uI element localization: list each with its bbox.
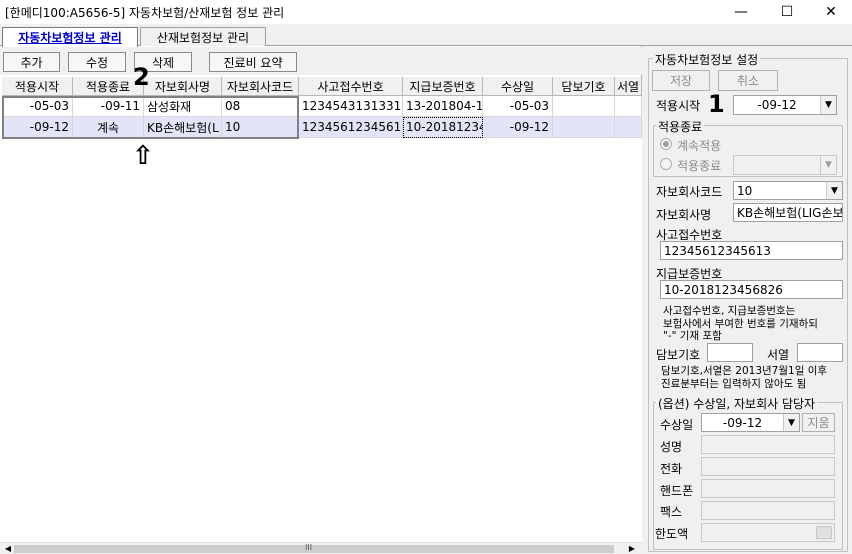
table-row-2-injury-date[interactable]: -09-12 (483, 117, 553, 138)
end-date-radio[interactable] (660, 158, 672, 170)
limit-label: 한도액 (655, 527, 689, 541)
contact-fax-field[interactable] (701, 501, 835, 520)
contact-name-label: 성명 (660, 440, 683, 454)
note-line-3: "-" 기재 포함 (663, 330, 722, 342)
chevron-down-icon[interactable]: ▼ (826, 182, 842, 199)
table-row-2-order[interactable] (615, 117, 642, 138)
end-date-radio-label: 적용종료 (677, 159, 722, 173)
contact-name-field[interactable] (701, 435, 835, 454)
company-code-value: 10 (737, 183, 753, 198)
maximize-button[interactable]: ☐ (764, 0, 810, 24)
settings-title: 자동차보험정보 설정 (653, 51, 761, 68)
tab-industrial-insurance[interactable]: 산재보험정보 관리 (140, 27, 266, 46)
chevron-down-icon[interactable]: ▼ (783, 414, 799, 431)
contact-fax-label: 팩스 (660, 505, 683, 519)
contact-mobile-field[interactable] (701, 479, 835, 498)
chevron-down-icon[interactable]: ▼ (820, 156, 836, 174)
column-header-collateral[interactable]: 담보기호 (553, 77, 615, 96)
window-title: [한메디100:A5656-5] 자동차보험/산재보험 정보 관리 (5, 6, 285, 20)
table-row-2-company[interactable]: KB손해보험(L (144, 117, 222, 138)
scroll-thumb[interactable] (14, 545, 614, 553)
annotation-marker-1: 1 (708, 90, 725, 118)
table-row-1-end[interactable]: -09-11 (73, 96, 144, 117)
radio-dot-icon (663, 141, 669, 147)
scroll-grip: III (305, 543, 313, 552)
contact-phone-field[interactable] (701, 457, 835, 476)
table-row-1-guarantee-no[interactable]: 13-201804-12 (403, 96, 483, 117)
table-row-2-accident-no[interactable]: 12345612345613 (299, 117, 403, 138)
table-row-1-collateral[interactable] (553, 96, 615, 117)
annotation-marker-2: 2 (133, 63, 150, 91)
injury-date-picker[interactable]: -09-12 ▼ (701, 413, 800, 432)
add-button[interactable]: 추가 (3, 52, 60, 72)
company-code-select[interactable]: 10 ▼ (733, 181, 843, 200)
collateral-field[interactable] (707, 343, 753, 362)
column-header-code[interactable]: 자보회사코드 (222, 77, 299, 96)
table-row-1-injury-date[interactable]: -05-03 (483, 96, 553, 117)
chevron-down-icon[interactable]: ▼ (820, 96, 836, 114)
column-header-injury-date[interactable]: 수상일 (483, 77, 553, 96)
continue-radio[interactable] (660, 138, 672, 150)
close-button[interactable]: ✕ (808, 0, 852, 24)
table-row-2-code[interactable]: 10 (222, 117, 299, 138)
injury-date-label: 수상일 (660, 418, 694, 432)
note2-line-2: 진료분부터는 입력하지 않아도 됨 (661, 378, 807, 390)
column-header-start[interactable]: 적용시작 (2, 77, 73, 96)
minimize-button[interactable]: — (718, 0, 764, 24)
table-row-1-code[interactable]: 08 (222, 96, 299, 117)
table-row-1-start[interactable]: -05-03 (2, 96, 73, 117)
end-date-group-label: 적용종료 (656, 118, 705, 135)
table-row-2-start[interactable]: -09-12 (2, 117, 73, 138)
start-date-label: 적용시작 (656, 99, 701, 113)
column-header-guarantee-no[interactable]: 지급보증번호 (403, 77, 483, 96)
option-group-label: (옵션) 수상일, 자보회사 담당자 (656, 395, 818, 412)
table-row-1-company[interactable]: 삼성화재 (144, 96, 222, 117)
up-arrow-icon: ⇧ (132, 141, 154, 171)
guarantee-no-field[interactable]: 10-2018123456826 (660, 280, 843, 299)
edit-button[interactable]: 수정 (68, 52, 126, 72)
contact-phone-label: 전화 (660, 462, 683, 476)
collateral-label: 담보기호 (656, 348, 701, 362)
tab-auto-insurance[interactable]: 자동차보험정보 관리 (2, 27, 138, 47)
table-row-1-accident-no[interactable]: 12345431313313 (299, 96, 403, 117)
column-header-order[interactable]: 서열 (615, 77, 642, 96)
table-row-2-guarantee-no[interactable]: 10-201812345 (403, 117, 483, 138)
table-row-1-order[interactable] (615, 96, 642, 117)
start-date-value: -09-12 (757, 98, 797, 112)
scroll-left-icon[interactable]: ◀ (2, 543, 14, 554)
company-code-label: 자보회사코드 (656, 185, 723, 199)
fee-summary-button[interactable]: 진료비 요약 (209, 52, 297, 72)
company-name-field[interactable]: KB손해보험(LIG손보 (733, 203, 843, 222)
table-row-2-collateral[interactable] (553, 117, 615, 138)
start-date-picker[interactable]: -09-12 ▼ (733, 95, 837, 115)
accident-no-field[interactable]: 12345612345613 (660, 241, 843, 260)
insurance-grid (2, 77, 642, 543)
column-header-accident-no[interactable]: 사고접수번호 (299, 77, 403, 96)
limit-field[interactable] (701, 523, 835, 542)
order-label: 서열 (767, 348, 790, 362)
table-row-2-end[interactable]: 계속 (73, 117, 144, 138)
scroll-right-icon[interactable]: ▶ (626, 543, 638, 554)
cancel-button[interactable]: 취소 (718, 70, 778, 91)
end-date-picker[interactable]: ▼ (733, 155, 837, 175)
column-header-company[interactable]: 자보회사명 (144, 77, 222, 96)
contact-mobile-label: 핸드폰 (660, 484, 694, 498)
continue-radio-label: 계속적용 (677, 139, 722, 153)
clear-button[interactable]: 지움 (802, 413, 835, 432)
order-field[interactable] (797, 343, 843, 362)
injury-date-value: -09-12 (722, 415, 763, 430)
limit-button-icon[interactable] (816, 526, 832, 539)
company-name-label: 자보회사명 (656, 208, 712, 222)
save-button[interactable]: 저장 (652, 70, 710, 91)
